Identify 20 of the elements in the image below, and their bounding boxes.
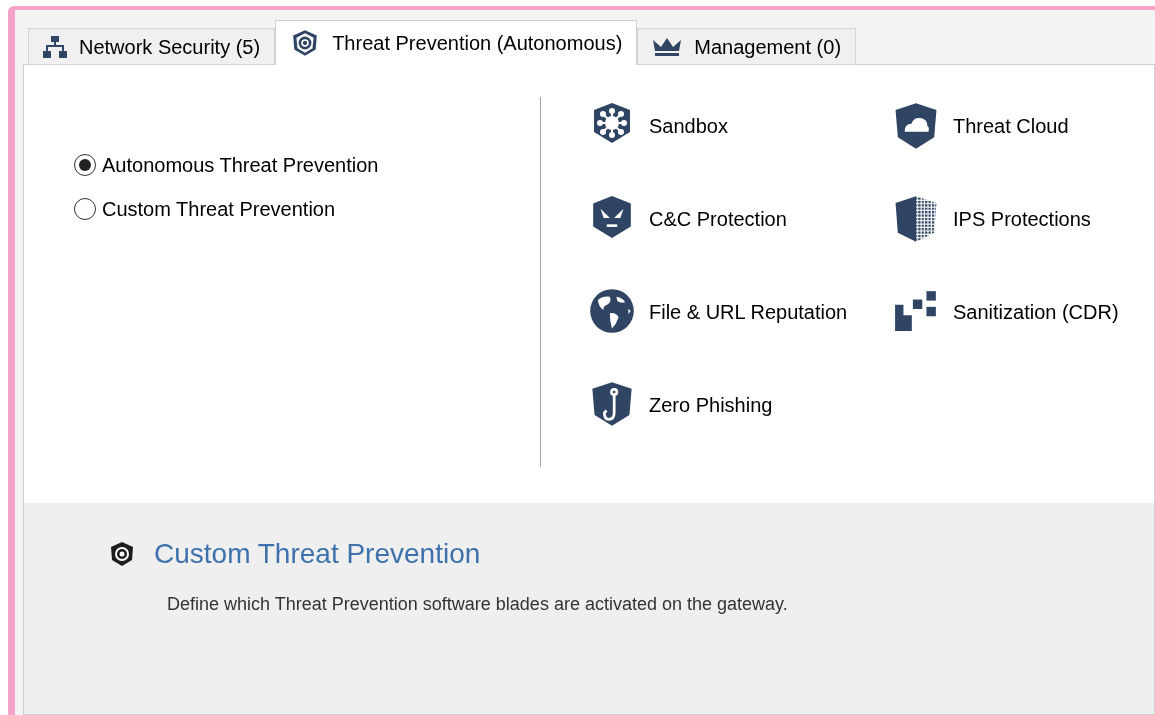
shield-icon <box>108 540 136 568</box>
blade-label: IPS Protections <box>953 207 1091 232</box>
tab[interactable]: Threat Prevention (Autonomous) <box>275 20 638 65</box>
blade-label: File & URL Reputation <box>649 300 848 325</box>
globe-icon <box>588 287 636 335</box>
network-icon <box>43 35 67 58</box>
radio-button[interactable] <box>74 198 96 220</box>
blade-label: Sandbox <box>649 114 728 139</box>
blade-label: C&C Protection <box>649 207 787 232</box>
panel-description: Define which Threat Prevention software blades are activated on the gateway. <box>167 593 789 616</box>
panel-title: Custom Threat Prevention <box>154 537 481 571</box>
radio-option[interactable]: Custom Threat Prevention <box>74 194 336 224</box>
tab[interactable]: Management (0) <box>637 28 857 65</box>
blade-label: Threat Cloud <box>953 114 1069 139</box>
blade-label: Sanitization (CDR) <box>953 300 1119 325</box>
crown-icon <box>652 36 683 57</box>
radio-button[interactable] <box>74 154 96 176</box>
tab[interactable]: Network Security (5) <box>28 28 276 65</box>
radio-option[interactable]: Autonomous Threat Prevention <box>74 150 379 180</box>
blade-label: Zero Phishing <box>649 393 773 418</box>
